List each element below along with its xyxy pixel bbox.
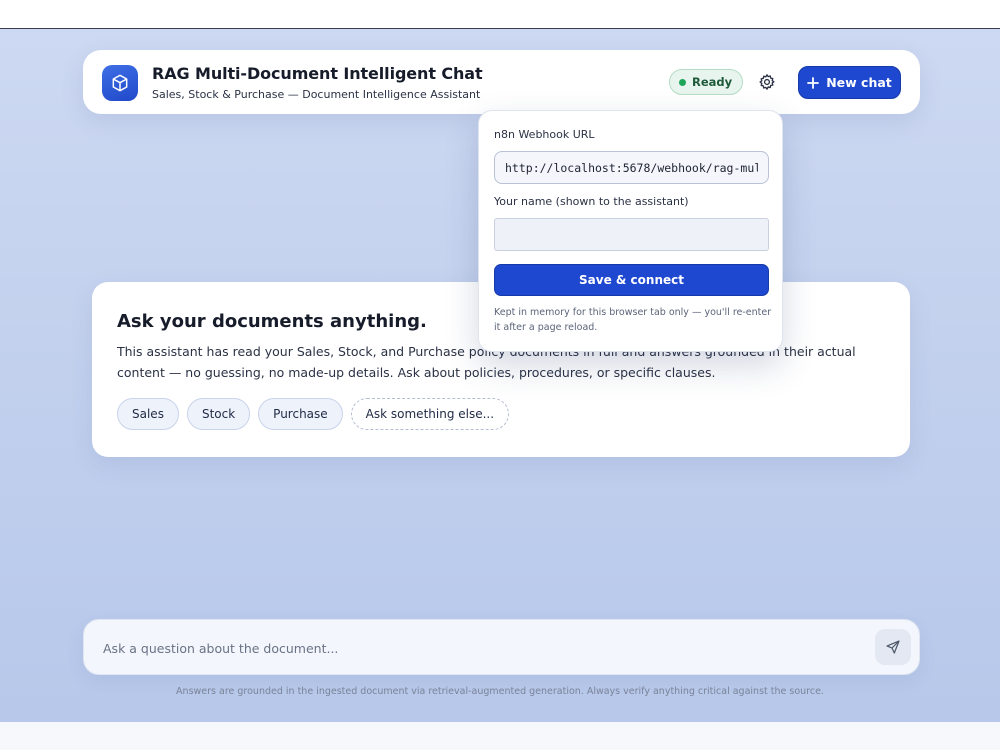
app-subtitle: Sales, Stock & Purchase — Document Intel… [152,88,481,101]
chip-purchase[interactable]: Purchase [258,398,343,430]
status-label: Ready [692,75,733,89]
settings-popover: n8n Webhook URL Your name (shown to the … [478,110,783,352]
save-connect-button[interactable]: Save & connect [494,264,769,296]
message-composer [83,619,920,675]
name-input[interactable] [494,218,769,251]
new-chat-button[interactable]: New chat [798,66,901,99]
app-title: RAG Multi-Document Intelligent Chat [152,64,483,83]
plus-icon [807,76,820,89]
name-label: Your name (shown to the assistant) [494,195,689,208]
new-chat-label: New chat [826,75,892,90]
gear-icon [759,74,775,90]
status-dot-icon [679,78,686,86]
welcome-title: Ask your documents anything. [117,311,427,332]
bottom-strip [0,722,1000,750]
suggestion-chips: Sales Stock Purchase Ask something else.… [117,398,510,430]
send-button[interactable] [875,629,911,665]
chip-ask-something-else[interactable]: Ask something else... [350,398,510,430]
grounding-disclaimer: Answers are grounded in the ingested doc… [176,686,824,697]
memory-note: Kept in memory for this browser tab only… [494,307,772,333]
app-header: RAG Multi-Document Intelligent Chat Sale… [83,50,920,114]
question-input[interactable] [101,634,845,662]
chip-stock[interactable]: Stock [186,398,251,430]
cube-icon [102,65,138,101]
settings-button[interactable] [754,69,780,95]
status-badge: Ready [669,69,744,95]
send-icon [886,640,900,654]
chip-sales[interactable]: Sales [117,398,179,430]
webhook-url-input[interactable] [494,151,769,184]
webhook-url-label: n8n Webhook URL [494,128,595,141]
